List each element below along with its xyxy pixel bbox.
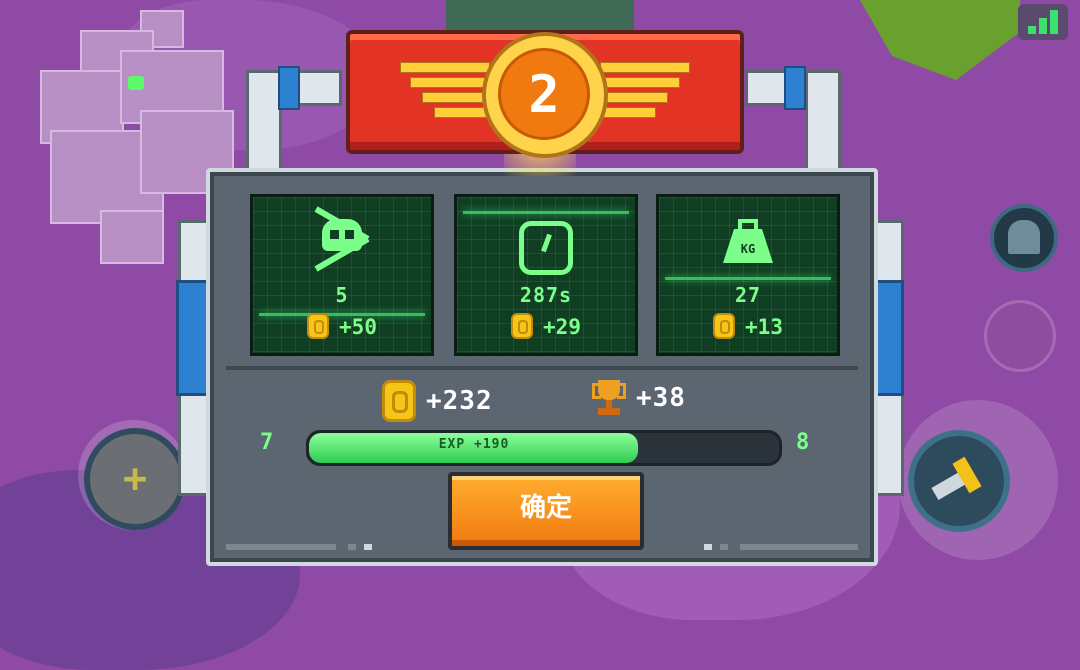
weight-stat-card: KG 27 +13 <box>656 194 840 356</box>
total-trophies: +38 <box>592 380 686 416</box>
panel-bottom-strip <box>220 544 864 550</box>
wing-left-icon <box>400 62 490 120</box>
panel-divider <box>226 366 858 370</box>
plus-icon: + <box>122 456 148 502</box>
coin-icon <box>307 313 330 339</box>
ghost-icon <box>1008 220 1040 254</box>
level-number: 2 <box>528 65 560 125</box>
weapon-attack-button[interactable] <box>908 430 1010 532</box>
coin-icon <box>382 380 416 422</box>
coin-icon <box>713 313 736 339</box>
confirm-button[interactable]: 确定 <box>448 472 644 550</box>
kills-reward: +50 <box>253 313 431 341</box>
frame-pipe-cap <box>784 66 806 110</box>
player-marker-icon <box>128 76 144 90</box>
time-value: 287s <box>519 283 573 307</box>
total-coins: +232 <box>382 380 493 422</box>
kg-weight-icon: KG <box>723 217 773 263</box>
kills-value: 5 <box>335 283 349 307</box>
frame-pipe <box>246 70 282 176</box>
kills-stat-card: 5 +50 <box>250 194 434 356</box>
clock-icon <box>519 221 573 275</box>
weight-reward: +13 <box>659 313 837 341</box>
frame-pipe <box>805 70 841 176</box>
level-banner: 2 <box>346 30 744 158</box>
time-reward: +29 <box>457 313 635 341</box>
wing-right-icon <box>600 62 690 120</box>
coin-icon <box>511 313 534 339</box>
empty-skill-slot[interactable] <box>984 300 1056 372</box>
reward-totals: +232 +38 <box>210 380 874 422</box>
exp-progress-bar: EXP +190 <box>306 430 782 466</box>
weight-value: 27 <box>734 283 762 307</box>
skull-crossbones-icon <box>312 206 372 272</box>
current-level: 7 <box>260 430 274 455</box>
trophy-icon <box>592 380 626 416</box>
time-stat-card: 287s +29 <box>454 194 638 356</box>
signal-strength-icon <box>1018 4 1068 40</box>
results-panel: 5 +50 287s +29 KG 27 +13 +232 +38 7 EXP … <box>206 168 878 566</box>
level-medal: 2 <box>482 32 608 158</box>
frame-pipe-cap <box>278 66 300 110</box>
next-level: 8 <box>796 430 810 455</box>
top-structure <box>446 0 634 34</box>
exp-label: EXP +190 <box>438 437 510 452</box>
ghost-skill-button[interactable] <box>990 204 1058 272</box>
